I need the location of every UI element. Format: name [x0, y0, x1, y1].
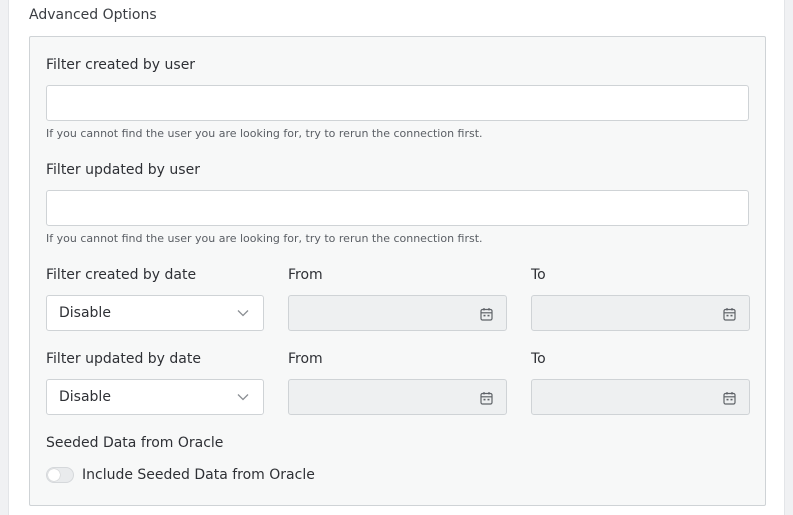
updated-by-date-select[interactable]: Disable [46, 379, 264, 415]
calendar-icon [723, 308, 736, 321]
chevron-down-icon [237, 310, 249, 317]
calendar-icon [480, 308, 493, 321]
section-title: Advanced Options [29, 7, 157, 23]
advanced-options-panel: Filter created by user If you cannot fin… [29, 36, 766, 506]
updated-by-date-label: Filter updated by date [46, 351, 201, 367]
include-seeded-data-toggle[interactable] [46, 467, 74, 483]
created-by-date-select-value: Disable [59, 305, 111, 321]
updated-from-date-input[interactable] [288, 379, 507, 415]
updated-to-label: To [531, 351, 546, 367]
created-from-date-input[interactable] [288, 295, 507, 331]
updated-to-date-input[interactable] [531, 379, 750, 415]
chevron-down-icon [237, 394, 249, 401]
calendar-icon [723, 392, 736, 405]
updated-by-user-label: Filter updated by user [46, 162, 200, 178]
updated-by-user-help: If you cannot find the user you are look… [46, 232, 483, 245]
updated-by-user-input[interactable] [46, 190, 749, 226]
include-seeded-data-label: Include Seeded Data from Oracle [82, 467, 315, 483]
toggle-knob [48, 469, 60, 481]
updated-from-label: From [288, 351, 323, 367]
created-from-label: From [288, 267, 323, 283]
updated-by-date-select-value: Disable [59, 389, 111, 405]
created-by-date-select[interactable]: Disable [46, 295, 264, 331]
advanced-options-section: Advanced Options Filter created by user … [8, 0, 785, 515]
calendar-icon [480, 392, 493, 405]
created-by-user-help: If you cannot find the user you are look… [46, 127, 483, 140]
created-by-date-label: Filter created by date [46, 267, 197, 283]
created-by-user-label: Filter created by user [46, 57, 196, 73]
created-to-label: To [531, 267, 546, 283]
seeded-data-label: Seeded Data from Oracle [46, 435, 224, 451]
created-to-date-input[interactable] [531, 295, 750, 331]
created-by-user-input[interactable] [46, 85, 749, 121]
